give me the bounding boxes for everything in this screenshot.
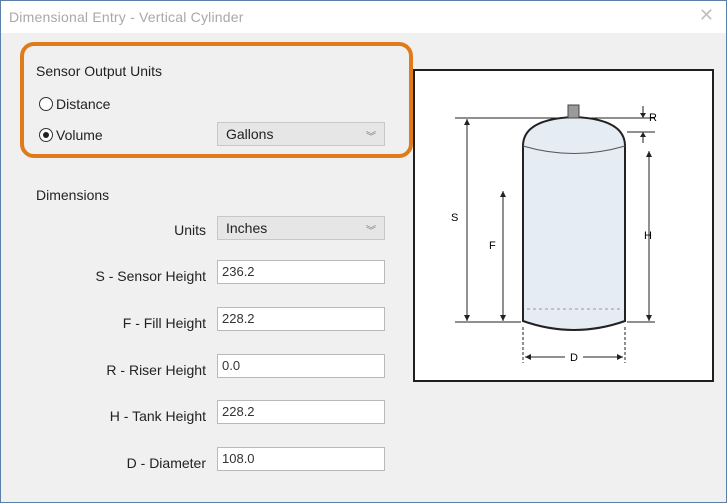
tank-height-label: H - Tank Height xyxy=(109,408,206,424)
tank-height-value: 228.2 xyxy=(222,404,255,419)
h-label: H xyxy=(644,230,652,242)
d-label: D xyxy=(570,352,578,364)
chevron-down-icon: ︾ xyxy=(366,226,376,237)
window-title: Dimensional Entry - Vertical Cylinder xyxy=(9,9,244,25)
dimension-units-select[interactable]: Inches ︾ xyxy=(217,216,385,240)
riser-height-label: R - Riser Height xyxy=(106,362,206,378)
dialog-window: Dimensional Entry - Vertical Cylinder ✕ … xyxy=(0,0,727,503)
title-bar: Dimensional Entry - Vertical Cylinder ✕ xyxy=(1,1,726,33)
riser-height-input[interactable]: 0.0 xyxy=(217,354,385,378)
tank-body xyxy=(522,115,626,331)
dimension-units-value: Inches xyxy=(226,220,268,236)
fill-height-value: 228.2 xyxy=(222,311,255,326)
fill-height-label: F - Fill Height xyxy=(122,315,206,331)
diameter-label: D - Diameter xyxy=(126,455,206,471)
fill-height-input[interactable]: 228.2 xyxy=(217,307,385,331)
dimensions-group-label: Dimensions xyxy=(36,187,110,203)
diameter-value: 108.0 xyxy=(222,451,255,466)
sensor-height-label: S - Sensor Height xyxy=(95,268,207,284)
highlight-frame xyxy=(20,42,413,158)
diameter-input[interactable]: 108.0 xyxy=(217,447,385,471)
r-label: R xyxy=(649,112,657,124)
s-label: S xyxy=(451,212,458,224)
tank-height-input[interactable]: 228.2 xyxy=(217,400,385,424)
sensor-height-value: 236.2 xyxy=(222,264,255,279)
riser-height-value: 0.0 xyxy=(222,358,241,373)
units-label: Units xyxy=(174,222,206,238)
sensor-icon xyxy=(567,104,580,119)
f-label: F xyxy=(489,240,496,252)
sensor-height-input[interactable]: 236.2 xyxy=(217,260,385,284)
close-icon[interactable]: ✕ xyxy=(699,5,714,26)
tank-diagram: S F R H D xyxy=(413,69,714,382)
vertical-cylinder-diagram: S F R H D xyxy=(451,104,657,364)
